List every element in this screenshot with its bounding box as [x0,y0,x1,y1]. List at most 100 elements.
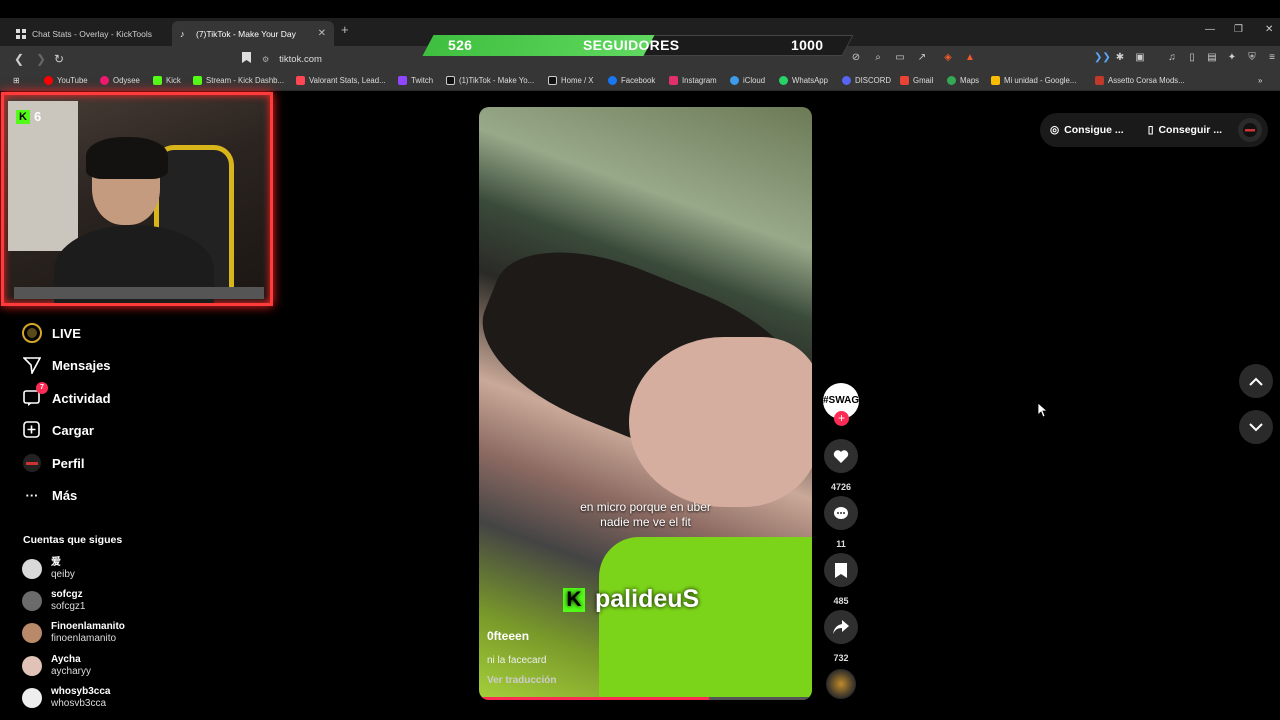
assetto-icon [1095,76,1104,85]
avatar [22,656,42,676]
profile-menu-avatar[interactable] [1238,118,1262,142]
bookmark-youtube[interactable]: YouTube [44,76,88,85]
new-tab-button[interactable]: + [341,22,349,37]
share-arrow-icon[interactable] [824,610,858,644]
sidebar-item-more[interactable]: ··· Más [22,485,78,505]
follow-plus-button[interactable]: + [834,411,849,426]
music-disc-icon[interactable] [826,669,856,699]
site-info-icon[interactable]: ⚙ [262,55,269,64]
live-icon [22,323,42,343]
bookmark-drive[interactable]: Mi unidad - Google... [991,76,1076,85]
bookmark-maps[interactable]: Maps [947,76,979,85]
following-account[interactable]: whosyb3cca whosvb3cca [22,686,110,710]
x-icon [548,76,557,85]
odysee-icon [100,76,109,85]
webcam-monitor [14,287,264,299]
video-caption: en micro porque en uber nadie me ve el f… [479,500,812,530]
following-account[interactable]: Aycha aycharyy [22,654,91,678]
bookmark-icon[interactable] [242,52,251,66]
bookmark-gmail[interactable]: Gmail [900,76,933,85]
bookmarks-bar: ⊞ YouTube Odysee Kick Stream - Kick Dash… [0,72,1280,91]
close-window-button[interactable]: ✕ [1265,24,1273,35]
bookmark-assetto[interactable]: Assetto Corsa Mods... [1095,76,1185,85]
forward-button[interactable]: ❯ [36,52,46,66]
video-progress-bar[interactable] [479,697,812,700]
share-icon[interactable]: ↗ [916,52,928,64]
sidebar-icon[interactable]: ▯ [1186,52,1198,64]
bookmark-facebook[interactable]: Facebook [608,76,655,85]
bookmark-discord[interactable]: DISCORD [842,76,891,85]
tab-tiktok[interactable]: ♪ (7)TikTok - Make Your Day ✕ [172,21,334,46]
brave-shield-icon[interactable]: ◈ [942,52,954,64]
following-account[interactable]: Finoenlamanito finoenlamanito [22,621,125,645]
top-right-actions: ◎ Consigue ... ▯ Conseguir ... [1040,113,1268,147]
kick-viewers-count: 6 [34,109,42,124]
sidebar-item-upload[interactable]: Cargar [22,420,94,440]
url-text: tiktok.com [279,53,322,65]
previous-video-button[interactable] [1239,364,1273,398]
sidebar-item-profile[interactable]: Perfil [22,453,85,473]
caption-line: nadie me ve el fit [600,515,691,529]
sidebar-item-live[interactable]: LIVE [22,323,81,343]
sidebar-item-messages[interactable]: Mensajes [22,355,111,375]
comment-action[interactable]: 11 [823,496,859,549]
heart-icon[interactable] [824,439,858,473]
kick-watermark: K palideuS [563,585,699,614]
followers-goal-bar: 526 SEGUIDORES 1000 [418,35,858,56]
apps-icon[interactable]: ⊞ [13,76,20,85]
screenshot-icon[interactable]: ▣ [1134,52,1146,64]
bookmark-icon[interactable] [824,553,858,587]
wallet-icon[interactable]: ❯❯ [1094,52,1111,64]
discord-icon [842,76,851,85]
video-progress-fill [479,697,709,700]
tiktok-icon [446,76,455,85]
translate-link[interactable]: Ver traducción [487,675,556,686]
video-author[interactable]: 0fteeen [487,629,529,643]
bookmark-tiktok[interactable]: (1)TikTok - Make Yo... [446,76,534,85]
save-count: 485 [833,596,849,606]
bookmark-twitch[interactable]: Twitch [398,76,433,85]
get-coins-button[interactable]: ◎ Consigue ... [1050,124,1124,136]
vpn-icon[interactable]: ⛨ [1246,52,1258,64]
following-account[interactable]: sofcgz sofcgz1 [22,589,85,613]
extensions-icon[interactable]: ✱ [1114,52,1126,64]
tab-kicktools[interactable]: Chat Stats - Overlay - KickTools [8,21,170,46]
facebook-icon [608,76,617,85]
get-app-button[interactable]: ▯ Conseguir ... [1148,124,1222,136]
bookmark-kick-dashboard[interactable]: Stream - Kick Dashb... [193,76,284,85]
following-account[interactable]: 爱 qeiby [22,557,75,581]
menu-icon[interactable]: ≡ [1266,52,1278,64]
restore-button[interactable]: ❐ [1234,24,1243,35]
share-action[interactable]: 732 [823,610,859,663]
webcam-person-hair [86,137,168,179]
back-button[interactable]: ❮ [14,52,24,66]
bookmark-valorant[interactable]: Valorant Stats, Lead... [296,76,386,85]
reload-button[interactable]: ↻ [54,52,64,66]
bookmark-icloud[interactable]: iCloud [730,76,765,85]
leo-icon[interactable]: ✦ [1226,52,1238,64]
send-icon [22,355,42,375]
brave-rewards-icon[interactable]: ▲ [964,52,976,64]
bookmark-instagram[interactable]: Instagram [669,76,717,85]
youtube-icon [44,76,53,85]
wallet-card-icon[interactable]: ▤ [1206,52,1218,64]
like-action[interactable]: 4726 [823,439,859,492]
sidebar-item-label: Actividad [52,390,111,406]
cast-icon[interactable]: ▭ [894,52,906,64]
comment-icon[interactable] [824,496,858,530]
bookmark-kick[interactable]: Kick [153,76,181,85]
bookmark-x[interactable]: Home / X [548,76,594,85]
zoom-icon[interactable]: ⌕ [872,52,884,64]
minimize-button[interactable]: — [1205,24,1215,35]
music-icon[interactable]: ♫ [1166,52,1178,64]
video-player[interactable]: en micro porque en uber nadie me ve el f… [479,107,812,700]
tab-title: Chat Stats - Overlay - KickTools [32,28,152,39]
bookmark-odysee[interactable]: Odysee [100,76,140,85]
more-bookmarks-icon[interactable]: » [1258,76,1262,85]
sidebar-item-activity[interactable]: 7 Actividad [22,382,111,408]
bookmark-whatsapp[interactable]: WhatsApp [779,76,828,85]
video-scene-face [629,337,812,507]
save-action[interactable]: 485 [823,553,859,606]
next-video-button[interactable] [1239,410,1273,444]
close-tab-icon[interactable]: ✕ [318,28,326,39]
